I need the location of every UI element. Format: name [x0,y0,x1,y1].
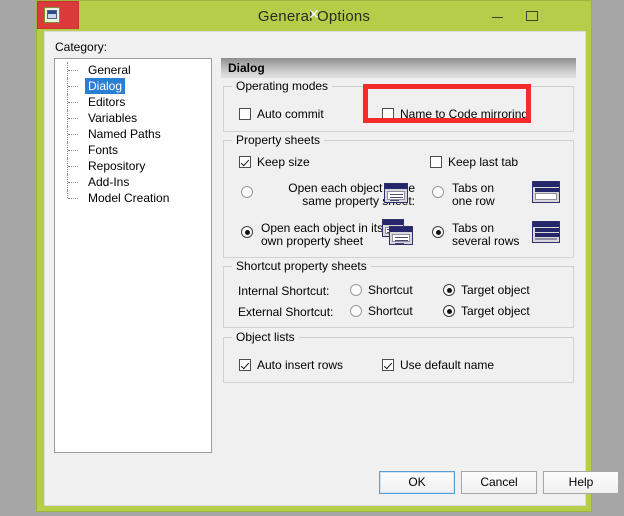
tree-item-general[interactable]: General [55,62,211,78]
label-external-shortcut: External Shortcut: [238,305,334,319]
checkbox-label: Name to Code mirroring [400,107,529,121]
help-button[interactable]: Help [543,471,619,494]
radio-label: Tabs on several rows [452,222,519,248]
tree-item-add-ins[interactable]: Add-Ins [55,174,211,190]
radio-label: Target object [461,283,530,297]
tree-item-label: General [88,63,131,77]
radio-circle [443,305,455,317]
close-button[interactable]: ✕ [37,1,320,29]
options-pane: Dialog Operating modes Auto commit Name … [221,58,576,453]
tree-item-label: Dialog [85,78,126,94]
radio-circle [443,284,455,296]
category-tree[interactable]: General Dialog Editors Variables Named P… [54,58,212,453]
radio-label: Shortcut [368,283,413,297]
checkbox-label: Keep last tab [448,155,519,169]
tree-item-label: Variables [88,111,138,125]
radio-circle [432,186,444,198]
radio-circle [432,226,444,238]
tree-tick [68,118,78,120]
category-label: Category: [55,40,108,54]
tree-item-label: Fonts [88,143,119,157]
tree-tick [68,134,78,136]
checkbox-label: Use default name [400,358,495,372]
general-options-window: General Options ✕ Category: General Dial… [36,0,619,512]
dialog-footer: OK Cancel Help [45,455,619,505]
ok-button[interactable]: OK [379,471,455,494]
group-object-lists: Object lists Auto insert rows Use defaul… [223,330,574,383]
radio-circle [350,284,362,296]
dialog-client-area: Category: General Dialog Editors Variabl… [44,31,619,506]
tree-item-label: Named Paths [88,127,161,141]
radio-label-line2: one row [452,194,495,208]
tree-item-dialog[interactable]: Dialog [55,78,211,94]
tree-tick [68,102,78,104]
checkbox-box [239,359,251,371]
pane-header: Dialog [221,58,576,78]
checkbox-box [382,359,394,371]
radio-label-line2: several rows [452,234,520,248]
group-property-sheets: Property sheets Keep size Keep last tab … [223,133,574,258]
radio-label: Shortcut [368,304,413,318]
label-internal-shortcut: Internal Shortcut: [238,284,330,298]
group-title-shortcut-property-sheets: Shortcut property sheets [232,259,371,273]
radio-circle [241,226,253,238]
checkbox-label: Keep size [257,155,310,169]
group-shortcut-property-sheets: Shortcut property sheets Internal Shortc… [223,259,574,328]
radio-circle [350,305,362,317]
tree-tick [68,182,78,184]
tree-item-label: Add-Ins [88,175,130,189]
close-icon: ✕ [308,6,320,22]
checkbox-label: Auto insert rows [257,358,344,372]
group-title-operating-modes: Operating modes [232,79,333,93]
tree-item-label: Repository [88,159,146,173]
cancel-button[interactable]: Cancel [461,471,537,494]
tree-tick [68,166,78,168]
tree-item-variables[interactable]: Variables [55,110,211,126]
checkbox-box [239,156,251,168]
tree-item-label: Model Creation [88,191,170,205]
radio-circle [241,186,253,198]
tree-item-named-paths[interactable]: Named Paths [55,126,211,142]
tree-item-label: Editors [88,95,126,109]
tree-tick [68,86,78,88]
tree-tick [68,150,78,152]
tree-item-repository[interactable]: Repository [55,158,211,174]
tree-item-fonts[interactable]: Fonts [55,142,211,158]
screen: General Options ✕ Category: General Dial… [0,0,624,516]
checkbox-box [382,108,394,120]
group-operating-modes: Operating modes Auto commit Name to Code… [223,79,574,132]
tree-tick [68,198,78,200]
tree-item-model-creation[interactable]: Model Creation [55,190,211,206]
tree-tick [68,70,78,72]
radio-label: Target object [461,304,530,318]
group-title-property-sheets: Property sheets [232,133,325,147]
title-bar: General Options ✕ [37,1,591,33]
tree-item-editors[interactable]: Editors [55,94,211,110]
tree-line [67,190,69,198]
radio-label: Tabs on one row [452,182,495,208]
group-title-object-lists: Object lists [232,330,299,344]
checkbox-label: Auto commit [257,107,324,121]
checkbox-box [239,108,251,120]
checkbox-box [430,156,442,168]
